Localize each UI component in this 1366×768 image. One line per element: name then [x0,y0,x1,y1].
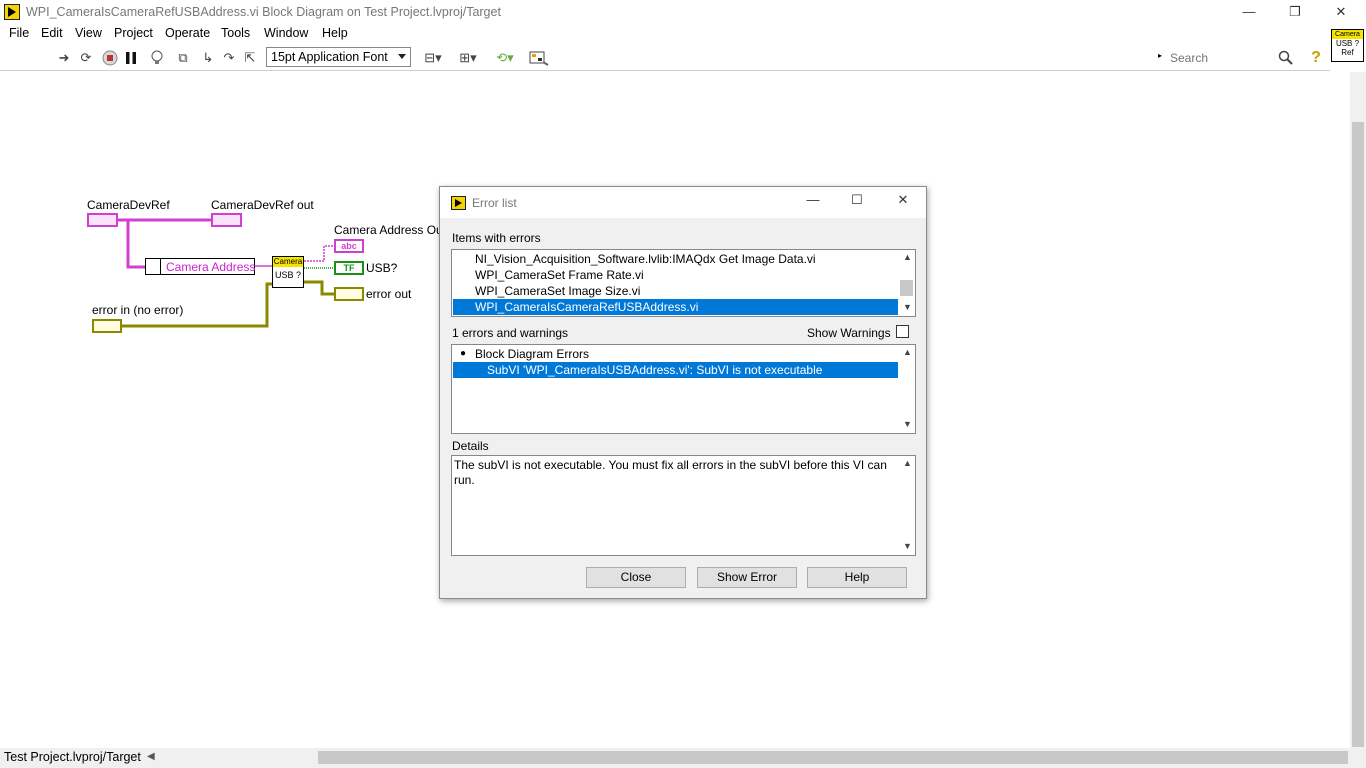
dialog-maximize-button[interactable]: ☐ [842,192,872,212]
dialog-close-button[interactable]: ✕ [888,192,918,212]
subvi-text: USB ? [274,270,301,280]
terminal-error-out[interactable] [334,287,364,301]
label-camera-dev-ref-out: CameraDevRef out [211,198,314,212]
list-item[interactable]: NI_Vision_Acquisition_Software.lvlib:IMA… [453,251,898,267]
dialog-minimize-button[interactable]: — [798,192,828,212]
scroll-up-icon[interactable]: ▲ [903,252,912,262]
details-scrollbar[interactable]: ▲ ▼ [898,456,915,555]
items-scrollbar[interactable]: ▲ ▼ [898,250,915,316]
terminal-camera-address-out[interactable]: abc [334,239,364,253]
details-label: Details [452,439,489,453]
scroll-up-icon[interactable]: ▲ [903,347,912,357]
dialog-title-bar: Error list — ☐ ✕ [440,187,926,218]
show-warnings-checkbox[interactable] [896,325,909,338]
label-error-out: error out [366,287,412,301]
terminal-error-in[interactable] [92,319,122,333]
camera-address-constant[interactable]: Camera Address [145,258,255,275]
errors-count-label: 1 errors and warnings [452,326,569,340]
error-group-header[interactable]: Block Diagram Errors [453,346,898,362]
list-item[interactable]: WPI_CameraSet Image Size.vi [453,283,898,299]
items-list[interactable]: NI_Vision_Acquisition_Software.lvlib:IMA… [451,249,916,317]
label-usb: USB? [366,261,398,275]
camera-address-text: Camera Address [166,260,256,274]
error-item-selected[interactable]: SubVI 'WPI_CameraIsUSBAddress.vi': SubVI… [453,362,898,378]
label-camera-dev-ref: CameraDevRef [87,198,170,212]
property-node-icon [146,259,161,274]
items-scroll-thumb[interactable] [900,280,913,296]
scroll-down-icon[interactable]: ▼ [903,302,912,312]
scroll-down-icon[interactable]: ▼ [903,541,912,551]
close-button[interactable]: Close [586,567,686,588]
details-box[interactable]: The subVI is not executable. You must fi… [451,455,916,556]
terminal-camera-dev-ref[interactable] [87,213,118,227]
list-item-selected[interactable]: WPI_CameraIsCameraRefUSBAddress.vi [453,299,898,315]
show-error-button[interactable]: Show Error [697,567,797,588]
scroll-left-icon[interactable]: ◀ [147,751,155,762]
scroll-up-icon[interactable]: ▲ [903,458,912,468]
details-text: The subVI is not executable. You must fi… [454,458,887,487]
error-list-dialog: Error list — ☐ ✕ Items with errors NI_Vi… [439,186,927,599]
terminal-usb[interactable]: TF [334,261,364,275]
show-warnings-label: Show Warnings [807,326,891,340]
list-item[interactable]: WPI_CameraSet Frame Rate.vi [453,267,898,283]
project-context: Test Project.lvproj/Target [4,750,141,764]
subvi-camera-usb[interactable]: Camera USB ? [272,256,304,288]
scroll-down-icon[interactable]: ▼ [903,419,912,429]
errors-list[interactable]: ● Block Diagram Errors SubVI 'WPI_Camera… [451,344,916,434]
horizontal-scroll-thumb[interactable] [318,751,1348,764]
dialog-title: Error list [472,196,517,210]
help-button[interactable]: Help [807,567,907,588]
vertical-scroll-thumb[interactable] [1352,122,1364,747]
label-error-in: error in (no error) [92,303,184,317]
label-camera-address-out: Camera Address Out [334,223,447,237]
terminal-camera-dev-ref-out[interactable] [211,213,242,227]
labview-dialog-icon [451,196,466,210]
subvi-band: Camera [273,257,303,267]
errors-scrollbar[interactable]: ▲ ▼ [898,345,915,433]
items-with-errors-label: Items with errors [452,231,541,245]
